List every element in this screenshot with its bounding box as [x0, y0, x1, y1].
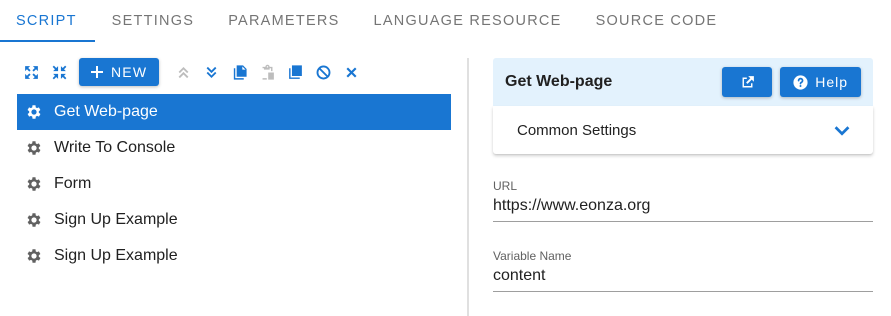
script-item-form[interactable]: Form [17, 166, 451, 202]
variable-name-label: Variable Name [493, 249, 572, 263]
help-button[interactable]: Help [780, 67, 861, 97]
gear-icon [25, 103, 43, 121]
copy-icon[interactable] [225, 58, 253, 86]
script-item-sign-up-example[interactable]: Sign Up Example [17, 202, 451, 238]
variable-name-field: Variable Name [493, 249, 873, 292]
help-button-label: Help [815, 74, 848, 90]
script-item-label: Get Web-page [54, 103, 158, 120]
duplicate-icon[interactable] [281, 58, 309, 86]
new-button[interactable]: NEW [79, 58, 160, 86]
move-up-icon[interactable] [169, 58, 197, 86]
gear-icon [25, 247, 43, 265]
collapse-all-icon[interactable] [45, 58, 73, 86]
disable-icon[interactable] [309, 58, 337, 86]
paste-icon[interactable] [253, 58, 281, 86]
script-toolbar: NEW [17, 58, 365, 86]
open-in-new-icon [739, 74, 756, 91]
common-settings-label: Common Settings [517, 121, 637, 139]
script-item-label: Sign Up Example [54, 211, 178, 228]
new-button-label: NEW [111, 64, 148, 80]
gear-icon [25, 175, 43, 193]
gear-icon [25, 139, 43, 157]
url-label: URL [493, 179, 518, 193]
script-item-label: Sign Up Example [54, 247, 178, 264]
command-title: Get Web-page [505, 73, 613, 90]
tab-parameters[interactable]: PARAMETERS [211, 0, 356, 42]
script-tree: Get Web-page Write To Console Form Sign … [17, 94, 451, 274]
variable-name-input[interactable] [493, 267, 873, 291]
add-icon [89, 64, 105, 80]
gear-icon [25, 211, 43, 229]
command-panel-header: Get Web-page Help [493, 58, 873, 106]
tab-source-code[interactable]: SOURCE CODE [579, 0, 735, 42]
script-item-get-web-page[interactable]: Get Web-page [17, 94, 451, 130]
script-item-sign-up-example[interactable]: Sign Up Example [17, 238, 451, 274]
url-field: URL [493, 179, 873, 222]
url-input[interactable] [493, 197, 873, 221]
delete-icon[interactable] [337, 58, 365, 86]
tab-settings[interactable]: SETTINGS [95, 0, 212, 42]
common-settings-expander[interactable]: Common Settings [493, 106, 873, 154]
script-item-write-to-console[interactable]: Write To Console [17, 130, 451, 166]
script-item-label: Form [54, 175, 92, 192]
help-icon [792, 74, 809, 91]
tab-language-resource[interactable]: LANGUAGE RESOURCE [357, 0, 579, 42]
tab-script[interactable]: SCRIPT [0, 0, 95, 42]
script-item-label: Write To Console [54, 139, 176, 156]
move-down-icon[interactable] [197, 58, 225, 86]
expand-all-icon[interactable] [17, 58, 45, 86]
chevron-down-icon [831, 119, 853, 141]
open-in-new-button[interactable] [722, 67, 773, 97]
tab-bar: SCRIPT SETTINGS PARAMETERS LANGUAGE RESO… [0, 0, 891, 42]
panel-divider[interactable] [467, 58, 469, 316]
